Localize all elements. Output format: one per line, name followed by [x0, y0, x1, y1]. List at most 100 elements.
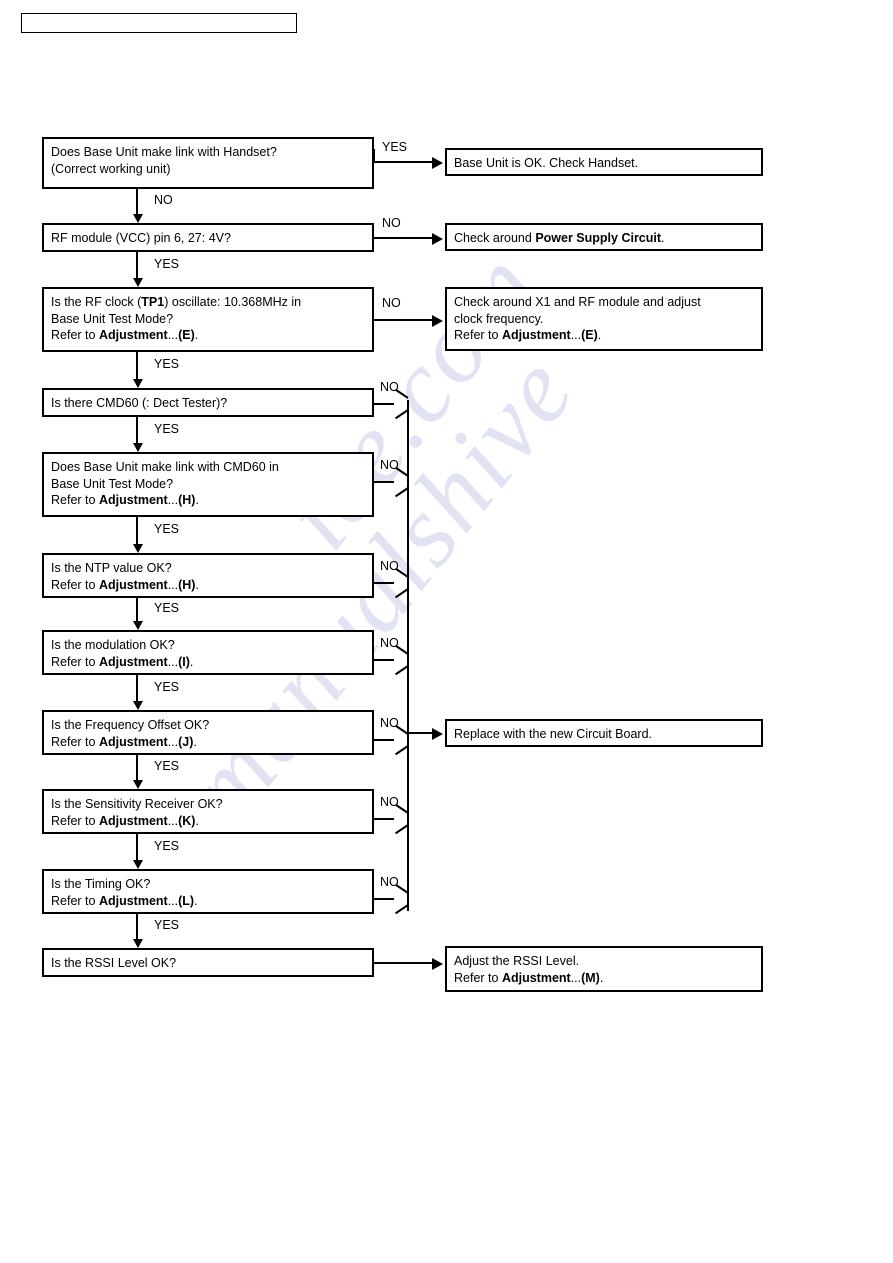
connector-n1-to-n2 — [136, 189, 138, 215]
connector-n2-to-n3 — [136, 252, 138, 279]
flow-node-n6: Is the NTP value OK? Refer to Adjustment.… — [42, 553, 374, 598]
plain-text: ... — [167, 493, 179, 507]
edge-label-n8-n9: YES — [154, 759, 180, 773]
plain-text: Adjust the RSSI Level. — [454, 954, 580, 968]
arrow-down-icon — [133, 701, 143, 710]
arrow-open-icon — [393, 396, 407, 412]
connector-n3-no — [374, 318, 433, 321]
flow-node-n8: Is the Frequency Offset OK? Refer to Adju… — [42, 710, 374, 755]
plain-text: Refer to — [51, 577, 99, 592]
flow-node-n9: Is the Sensitivity Receiver OK? Refer to … — [42, 789, 374, 834]
emphasis-text: (M) — [581, 970, 600, 985]
header-box-text — [22, 14, 296, 16]
plain-text: ) oscillate: 10.368MHz in — [164, 295, 302, 309]
node-text-line: Is the Sensitivity Receiver OK? — [51, 796, 365, 813]
connector-n5-to-n6 — [136, 517, 138, 545]
node-text-line: Is the NTP value OK? — [51, 560, 365, 577]
node-text-line: Does Base Unit make link with Handset? — [51, 144, 365, 161]
node-text-line: Base Unit Test Mode? — [51, 476, 365, 493]
emphasis-text: (H) — [178, 493, 196, 507]
node-text-line: Refer to Adjustment...(L). — [51, 893, 365, 910]
arrow-open-icon — [393, 811, 407, 827]
edge-label-n1-n2: NO — [154, 193, 173, 207]
connector-n8-no — [374, 739, 394, 741]
node-text-line: Check around X1 and RF module and adjust — [454, 294, 754, 311]
arrow-open-icon — [393, 652, 407, 668]
node-text-line: Refer to Adjustment...(H). — [51, 492, 365, 509]
arrow-down-icon — [133, 621, 143, 630]
arrow-right-icon — [432, 728, 443, 740]
node-text-line: Refer to Adjustment...(E). — [454, 327, 754, 344]
connector-n10-no — [374, 898, 394, 900]
plain-text: Refer to — [454, 970, 502, 985]
node-text-line: Does Base Unit make link with CMD60 in — [51, 459, 365, 476]
emphasis-text: Adjustment — [98, 577, 168, 592]
connector-n2-no — [374, 236, 433, 239]
node-text-line: (Correct working unit) — [51, 161, 365, 178]
plain-text: ... — [167, 328, 179, 342]
flow-result-r3: Check around X1 and RF module and adjust… — [445, 287, 763, 351]
arrow-right-icon — [432, 314, 443, 327]
arrow-right-icon — [432, 232, 443, 245]
arrow-down-icon — [133, 780, 143, 789]
plain-text: ... — [570, 970, 582, 985]
plain-text: Refer to — [454, 328, 502, 342]
edge-label-n7-no: NO — [380, 636, 399, 650]
node-text-line: Is the modulation OK? — [51, 637, 365, 654]
emphasis-text: Adjustment — [98, 328, 168, 342]
connector-n8-to-n9 — [136, 755, 138, 781]
plain-text: Is the RSSI Level OK? — [51, 956, 177, 970]
edge-label-n3-n4: YES — [154, 357, 180, 371]
emphasis-text: Power Supply Circuit — [535, 231, 662, 245]
emphasis-text: (L) — [178, 893, 195, 908]
connector-n7-to-n8 — [136, 675, 138, 702]
plain-text: Is the Frequency Offset OK? — [51, 718, 210, 732]
flow-node-n4: Is there CMD60 (: Dect Tester)? — [42, 388, 374, 417]
flow-node-n2: RF module (VCC) pin 6, 27: 4V? — [42, 223, 374, 252]
flow-result-r2: Check around Power Supply Circuit. — [445, 223, 763, 251]
plain-text: Refer to — [51, 493, 99, 507]
plain-text: . — [193, 734, 197, 749]
connector-n11-to-rssi — [374, 961, 433, 964]
plain-text: clock frequency. — [454, 311, 544, 326]
flow-node-n1: Does Base Unit make link with Handset? (C… — [42, 137, 374, 189]
flow-node-n3: Is the RF clock (TP1) oscillate: 10.368M… — [42, 287, 374, 352]
plain-text: . — [661, 231, 665, 245]
arrow-open-icon — [393, 474, 407, 490]
edge-label-n4-no: NO — [380, 379, 399, 394]
arrow-open-icon — [393, 732, 407, 748]
plain-text: . — [189, 654, 194, 669]
plain-text: Refer to — [51, 813, 99, 828]
edge-label-n2-n3: YES — [154, 256, 180, 271]
connector-n10-to-n11 — [136, 914, 138, 940]
node-text-line: Replace with the new Circuit Board. — [454, 726, 754, 743]
arrow-down-icon — [133, 278, 143, 287]
edge-label-n6-n7: YES — [154, 601, 180, 615]
plain-text: Check around X1 and RF module and adjust — [454, 295, 701, 309]
plain-text: Base Unit is OK. Check Handset. — [454, 156, 639, 170]
node-text-line: Refer to Adjustment...(H). — [51, 577, 365, 594]
node-text-line: Is the RSSI Level OK? — [51, 955, 365, 972]
node-text-line: Refer to Adjustment...(M). — [454, 970, 754, 987]
connector-n1-yes — [374, 161, 433, 163]
flow-node-n5: Does Base Unit make link with CMD60 in Ba… — [42, 452, 374, 517]
flow-result-r1: Base Unit is OK. Check Handset. — [445, 148, 763, 176]
edge-label-n5-n6: YES — [154, 522, 180, 536]
flow-node-n11: Is the RSSI Level OK? — [42, 948, 374, 977]
plain-text: Is the Timing OK? — [51, 877, 151, 891]
edge-label-n4-n5: YES — [154, 421, 180, 436]
edge-label-n3-no: NO — [382, 295, 401, 310]
plain-text: . — [194, 893, 198, 908]
node-text-line: Is the Timing OK? — [51, 876, 365, 893]
edge-label-n2-no: NO — [382, 215, 401, 230]
emphasis-text: Adjustment — [98, 734, 168, 749]
emphasis-text: (I) — [178, 654, 190, 669]
arrow-down-icon — [133, 860, 143, 869]
arrow-down-icon — [133, 443, 143, 452]
arrow-open-icon — [393, 891, 407, 907]
plain-text: Is the modulation OK? — [51, 638, 175, 652]
plain-text: . — [195, 493, 199, 507]
flow-node-n10: Is the Timing OK? Refer to Adjustment...(… — [42, 869, 374, 914]
emphasis-text: Adjustment — [98, 813, 168, 828]
flowchart-page: ice.com manualshive NO YES YES YES YES YES YES… — [0, 0, 893, 1263]
